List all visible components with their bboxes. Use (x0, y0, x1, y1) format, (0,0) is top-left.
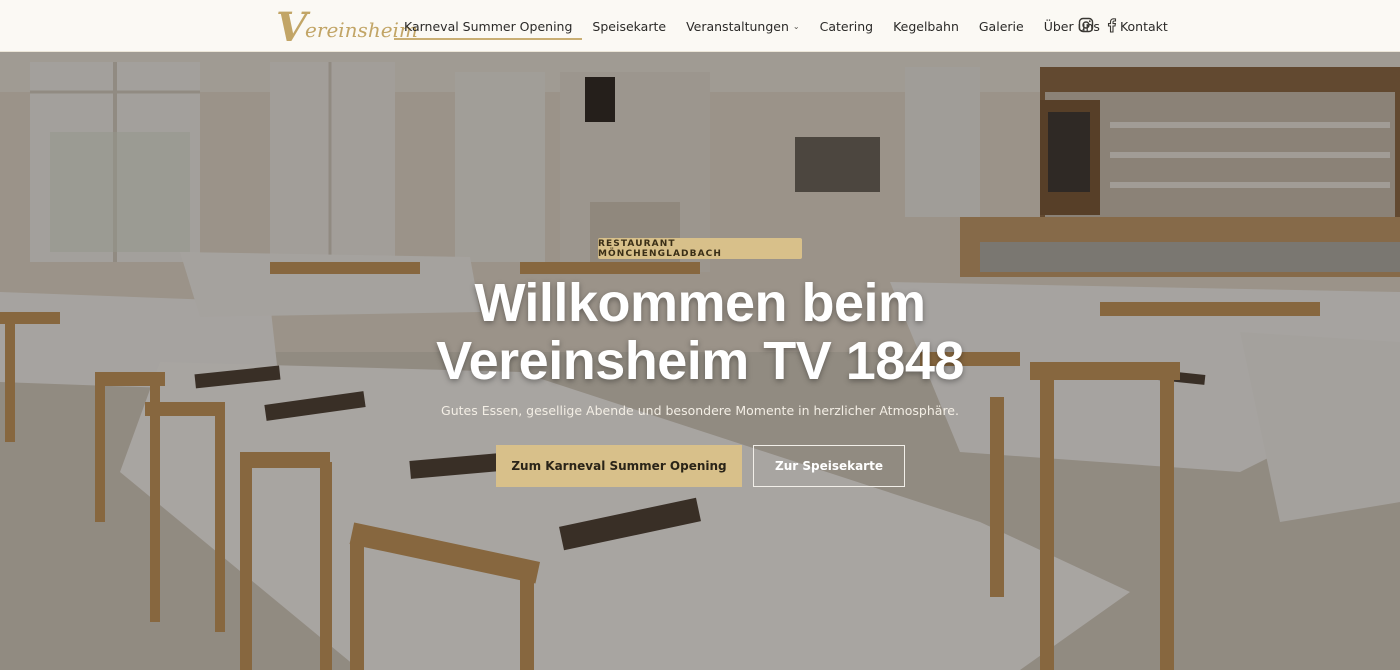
karneval-summer-opening-button[interactable]: Zum Karneval Summer Opening (496, 445, 742, 487)
nav-item-label: Kontakt (1119, 18, 1168, 34)
hero-title: Willkommen beim Vereinsheim TV 1848 (300, 274, 1100, 390)
chevron-down-icon: ⌄ (792, 21, 800, 31)
nav-item-label: Karneval Summer Opening (404, 18, 573, 34)
hero-title-line-2: Vereinsheim TV 1848 (436, 331, 964, 391)
nav-item-galerie[interactable]: Galerie (969, 0, 1034, 52)
nav-item-speisekarte[interactable]: Speisekarte (582, 0, 676, 52)
facebook-icon[interactable] (1104, 17, 1120, 33)
site-header: V ereinsheim Karneval Summer Opening Spe… (0, 0, 1400, 52)
hero-section: RESTAURANT MÖNCHENGLADBACH Willkommen be… (0, 52, 1400, 670)
speisekarte-button[interactable]: Zur Speisekarte (753, 445, 905, 487)
hero-title-line-1: Willkommen beim (474, 273, 926, 333)
nav-item-catering[interactable]: Catering (810, 0, 883, 52)
nav-item-label: Galerie (978, 18, 1024, 34)
nav-item-label: Speisekarte (592, 18, 667, 34)
nav-item-label: Catering (819, 18, 874, 34)
site-logo[interactable]: V ereinsheim (276, 4, 418, 51)
location-badge: RESTAURANT MÖNCHENGLADBACH (598, 238, 802, 259)
nav-item-karneval-summer-opening[interactable]: Karneval Summer Opening (394, 0, 583, 52)
nav-item-label: Kegelbahn (893, 18, 959, 34)
main-navigation: Karneval Summer Opening Speisekarte Vera… (394, 0, 1178, 52)
nav-item-kegelbahn[interactable]: Kegelbahn (883, 0, 969, 52)
social-links (1078, 17, 1120, 33)
nav-item-veranstaltungen[interactable]: Veranstaltungen ⌄ (676, 0, 810, 52)
instagram-icon[interactable] (1078, 17, 1094, 33)
nav-item-label: Veranstaltungen (686, 18, 789, 34)
logo-initial: V (276, 4, 308, 51)
nav-item-kontakt[interactable]: Kontakt (1110, 0, 1178, 52)
hero-subtitle: Gutes Essen, gesellige Abende und besond… (441, 403, 959, 418)
